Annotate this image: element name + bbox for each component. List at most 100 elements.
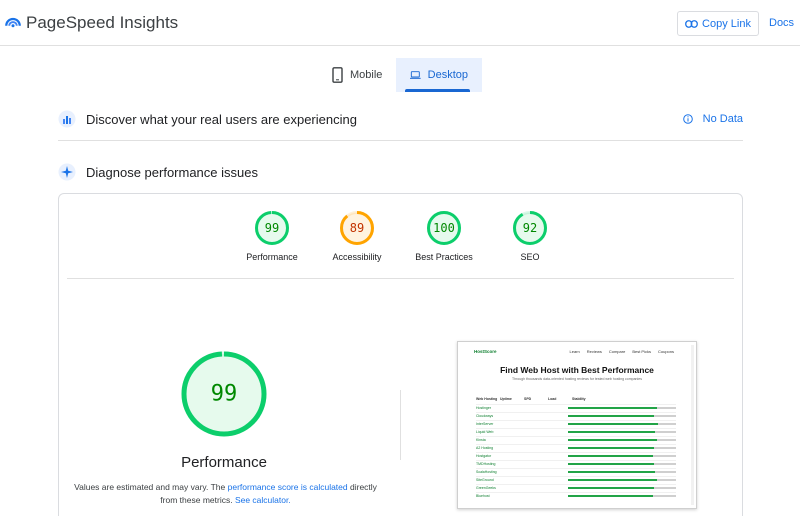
gauge-score-value: 89 [350,221,364,235]
thumb-row-bar-fill [568,439,657,441]
report-card: 99 Performance 89 Accessibility 100 Best Pr… [58,193,743,516]
performance-main-gauge: 99 [181,351,267,437]
calculator-link[interactable]: See calculator. [235,495,291,505]
thumb-row-name: Hostinger [476,406,491,410]
docs-link[interactable]: Docs [769,17,794,29]
thumb-row-name: TMDHosting [476,462,496,466]
thumb-column-header: Uptime [500,397,512,401]
thumb-row-bar-fill [568,415,655,417]
thumb-row-bar-fill [568,423,658,425]
thumb-nav-link: Reviews [586,349,602,354]
thumb-table-row: SiteGround [476,476,676,483]
thumb-table-row: Liquid Web [476,428,676,435]
copy-link-label: Copy Link [702,17,751,30]
tab-active-indicator [405,89,470,92]
tab-desktop[interactable]: Desktop [396,58,482,92]
thumb-nav-link: Learn [569,349,580,354]
thumb-row-bar-fill [568,431,656,433]
lab-data-section: Diagnose performance issues [58,162,743,182]
no-data-indicator[interactable]: No Data [682,113,743,125]
score-ring: 99 [255,211,289,245]
thumb-column-header: Web Hosting [476,397,498,401]
thumb-row-name: Hostgator [476,454,492,458]
thumb-row-bar-fill [568,479,657,481]
thumb-table-row: GreenGeeks [476,484,676,491]
thumb-table-row: ScalaHosting [476,468,676,475]
no-data-label: No Data [702,113,743,125]
score-note: Values are estimated and may vary. The p… [73,481,378,507]
thumb-row-bar [568,487,676,489]
thumb-row-bar-fill [568,455,654,457]
thumb-table-header: Web Hosting Uptime SPD Load Stability [476,397,676,401]
thumb-row-bar-fill [568,463,655,465]
thumb-table-row: TMDHosting [476,460,676,467]
thumb-nav-link: Best Picks [632,349,651,354]
thumb-row-bar-fill [568,487,655,489]
thumb-nav-links: Learn Reviews Compare Best Picks Coupons [570,349,675,354]
thumb-row-bar [568,415,676,417]
thumb-row-bar-fill [568,495,654,497]
tab-desktop-label: Desktop [427,69,468,81]
score-label: Performance [246,252,298,262]
accessibility-score-gauge[interactable]: 89 Accessibility [312,210,402,262]
thumb-row-name: Kinsta [476,438,486,442]
thumb-row-bar [568,423,676,425]
score-ring: 100 [427,211,461,245]
thumb-nav-link: Coupons [657,349,674,354]
note-prefix: Values are estimated and may vary. The [74,482,228,492]
thumb-row-bar-fill [568,447,655,449]
thumb-row-bar [568,447,676,449]
thumb-logo: HostScore [474,349,497,354]
thumb-nav: HostScore Learn Reviews Compare Best Picks C… [458,349,696,359]
thumb-table-row: Cloudways [476,412,676,419]
section-divider [58,140,743,141]
pagespeed-logo-icon[interactable] [4,13,22,31]
lab-data-title: Diagnose performance issues [86,164,258,180]
score-ring: 89 [340,211,374,245]
thumb-row-bar [568,479,676,481]
thumb-table-row: A2 Hosting [476,444,676,451]
top-bar: PageSpeed Insights Copy Link Docs [0,0,800,46]
tab-mobile[interactable]: Mobile [318,58,396,92]
lab-diagnose-icon [58,163,76,181]
score-ring: 92 [513,211,547,245]
thumb-column-header: SPD [524,397,532,401]
app-title[interactable]: PageSpeed Insights [26,13,178,33]
tab-mobile-label: Mobile [350,69,383,81]
card-divider [67,278,734,279]
thumb-scrollbar [691,345,694,505]
performance-main-label: Performance [181,454,267,471]
thumb-heading: Find Web Host with Best Performance [500,365,654,375]
thumb-table-row: Hostgator [476,452,676,459]
copy-link-button[interactable]: Copy Link [677,11,759,36]
thumb-row-name: Bluehost [476,494,490,498]
phone-icon [332,67,343,83]
thumb-row-bar [568,431,676,433]
gauge-score-value: 99 [265,221,279,235]
thumb-table-row: Kinsta [476,436,676,443]
thumb-column-header: Stability [572,397,586,401]
thumb-subheading: Through thousands data-oriented hosting … [512,377,642,381]
field-data-section: Discover what your real users are experi… [58,109,743,129]
thumb-row-bar-fill [568,471,656,473]
performance-score-gauge[interactable]: 99 Performance [227,210,317,262]
final-screenshot-thumbnail[interactable]: HostScore Learn Reviews Compare Best Picks C… [457,341,697,509]
thumb-row-name: ScalaHosting [476,470,497,474]
gauge-score-value: 100 [433,221,455,235]
thumb-row-bar-fill [568,407,657,409]
users-chart-icon [58,110,76,128]
best-practices-score-gauge[interactable]: 100 Best Practices [399,210,489,262]
thumb-table-row: InterServer [476,420,676,427]
vertical-divider [400,390,401,460]
gauge-score-value: 92 [523,221,537,235]
laptop-icon [410,71,421,79]
thumb-nav-link: Compare [608,349,626,354]
field-data-title: Discover what your real users are experi… [86,111,357,127]
performance-score-link[interactable]: performance score is calculated [228,482,348,492]
thumb-row-bar [568,407,676,409]
thumb-column-header: Load [548,397,557,401]
score-label: Accessibility [332,252,382,262]
thumb-row-bar [568,439,676,441]
seo-score-gauge[interactable]: 92 SEO [485,210,575,262]
thumb-row-name: Liquid Web [476,430,494,434]
